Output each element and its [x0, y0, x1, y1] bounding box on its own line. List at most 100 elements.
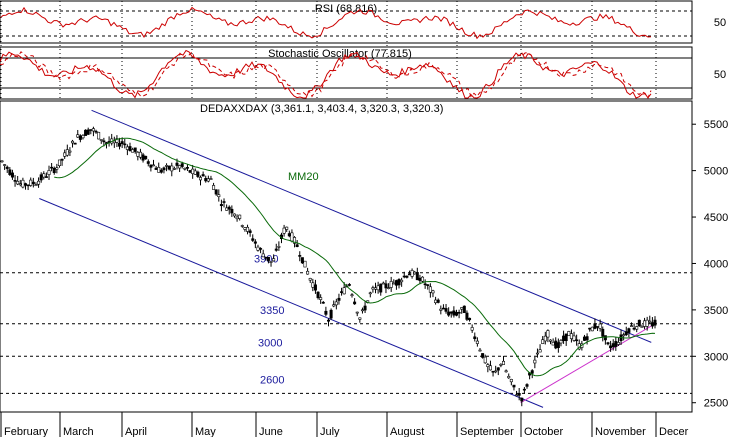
- candle-body: [321, 301, 325, 304]
- candle-body: [306, 270, 310, 275]
- candle-body: [13, 179, 17, 182]
- candle-body: [434, 299, 438, 304]
- candle-body: [219, 204, 223, 207]
- price-tick-label: 4000: [704, 258, 728, 270]
- candle-body: [609, 345, 613, 349]
- price-tick-label: 2500: [704, 398, 728, 410]
- candle-body: [507, 376, 511, 379]
- candle-body: [3, 164, 7, 166]
- level-label-3350: 3350: [260, 305, 284, 317]
- candle-body: [201, 174, 205, 177]
- candle-body: [575, 339, 579, 342]
- candle-body: [334, 301, 338, 306]
- stochastic-tick-50: 50: [714, 69, 726, 81]
- candle-body: [559, 340, 563, 344]
- candle-body: [50, 166, 54, 169]
- candle-body: [217, 194, 221, 198]
- level-label-3000: 3000: [258, 337, 282, 349]
- candle-body: [360, 309, 364, 312]
- candle-body: [324, 310, 328, 315]
- candle-body: [230, 208, 234, 214]
- candle-body: [235, 216, 239, 220]
- candle-body: [329, 309, 333, 319]
- candle-body: [39, 174, 43, 181]
- candle-body: [392, 282, 396, 285]
- candle-body: [622, 334, 626, 337]
- candle-body: [248, 230, 252, 233]
- candle-body: [60, 158, 64, 161]
- candle-body: [300, 257, 304, 264]
- candle-body: [136, 152, 140, 157]
- chart-background: [0, 0, 736, 437]
- candle-body: [413, 271, 417, 275]
- month-label: October: [524, 426, 563, 437]
- candle-body: [337, 297, 341, 301]
- candle-body: [421, 276, 425, 282]
- candle-body: [491, 370, 495, 373]
- candle-body: [76, 134, 80, 138]
- candle-body: [55, 167, 59, 170]
- candle-body: [389, 281, 393, 288]
- candle-body: [374, 287, 378, 290]
- candle-body: [509, 379, 513, 383]
- candle-body: [436, 299, 440, 303]
- candle-body: [5, 166, 9, 169]
- candle-body: [653, 319, 657, 326]
- candle-body: [355, 311, 359, 314]
- candle-body: [209, 178, 213, 180]
- candle-body: [185, 167, 189, 169]
- candle-body: [222, 201, 226, 203]
- candle-body: [178, 165, 182, 169]
- candle-body: [84, 129, 88, 136]
- candle-body: [645, 319, 649, 327]
- candle-body: [44, 176, 48, 178]
- candle-body: [522, 388, 526, 391]
- candle-body: [89, 129, 93, 131]
- candle-body: [441, 307, 445, 310]
- candle-body: [457, 311, 461, 314]
- candle-body: [562, 335, 566, 341]
- month-label: November: [595, 426, 646, 437]
- candle-body: [462, 305, 466, 314]
- candle-body: [319, 297, 323, 300]
- candle-body: [530, 370, 534, 374]
- candle-body: [165, 165, 169, 167]
- candle-body: [128, 146, 132, 151]
- candle-body: [99, 139, 103, 141]
- candle-body: [556, 342, 560, 348]
- candle-body: [269, 261, 273, 263]
- candle-body: [52, 168, 56, 174]
- candle-body: [71, 140, 75, 144]
- candle-body: [131, 149, 135, 153]
- candle-body: [405, 275, 409, 278]
- candle-body: [68, 150, 72, 153]
- candle-body: [402, 275, 406, 278]
- month-label: July: [320, 426, 340, 437]
- candle-body: [183, 167, 187, 170]
- candle-body: [340, 291, 344, 293]
- candle-body: [384, 283, 388, 289]
- candle-body: [227, 206, 231, 210]
- candle-body: [452, 310, 456, 316]
- candle-body: [496, 367, 500, 371]
- candle-body: [272, 258, 276, 262]
- candle-body: [133, 147, 137, 152]
- candle-body: [350, 294, 354, 297]
- candle-body: [86, 129, 90, 135]
- candle-body: [311, 282, 315, 288]
- candle-body: [648, 320, 652, 323]
- candle-body: [582, 336, 586, 341]
- candle-body: [627, 328, 631, 333]
- candle-body: [465, 312, 469, 320]
- candle-body: [394, 280, 398, 286]
- candle-body: [308, 278, 312, 281]
- candle-body: [342, 287, 346, 295]
- candle-body: [635, 326, 639, 330]
- candle-body: [144, 155, 148, 160]
- candle-body: [567, 331, 571, 336]
- candle-body: [520, 397, 524, 402]
- candle-body: [172, 168, 176, 170]
- candle-body: [606, 342, 610, 345]
- candle-body: [212, 185, 216, 190]
- stochastic-title: Stochastic Oscillator (77.815): [268, 48, 412, 60]
